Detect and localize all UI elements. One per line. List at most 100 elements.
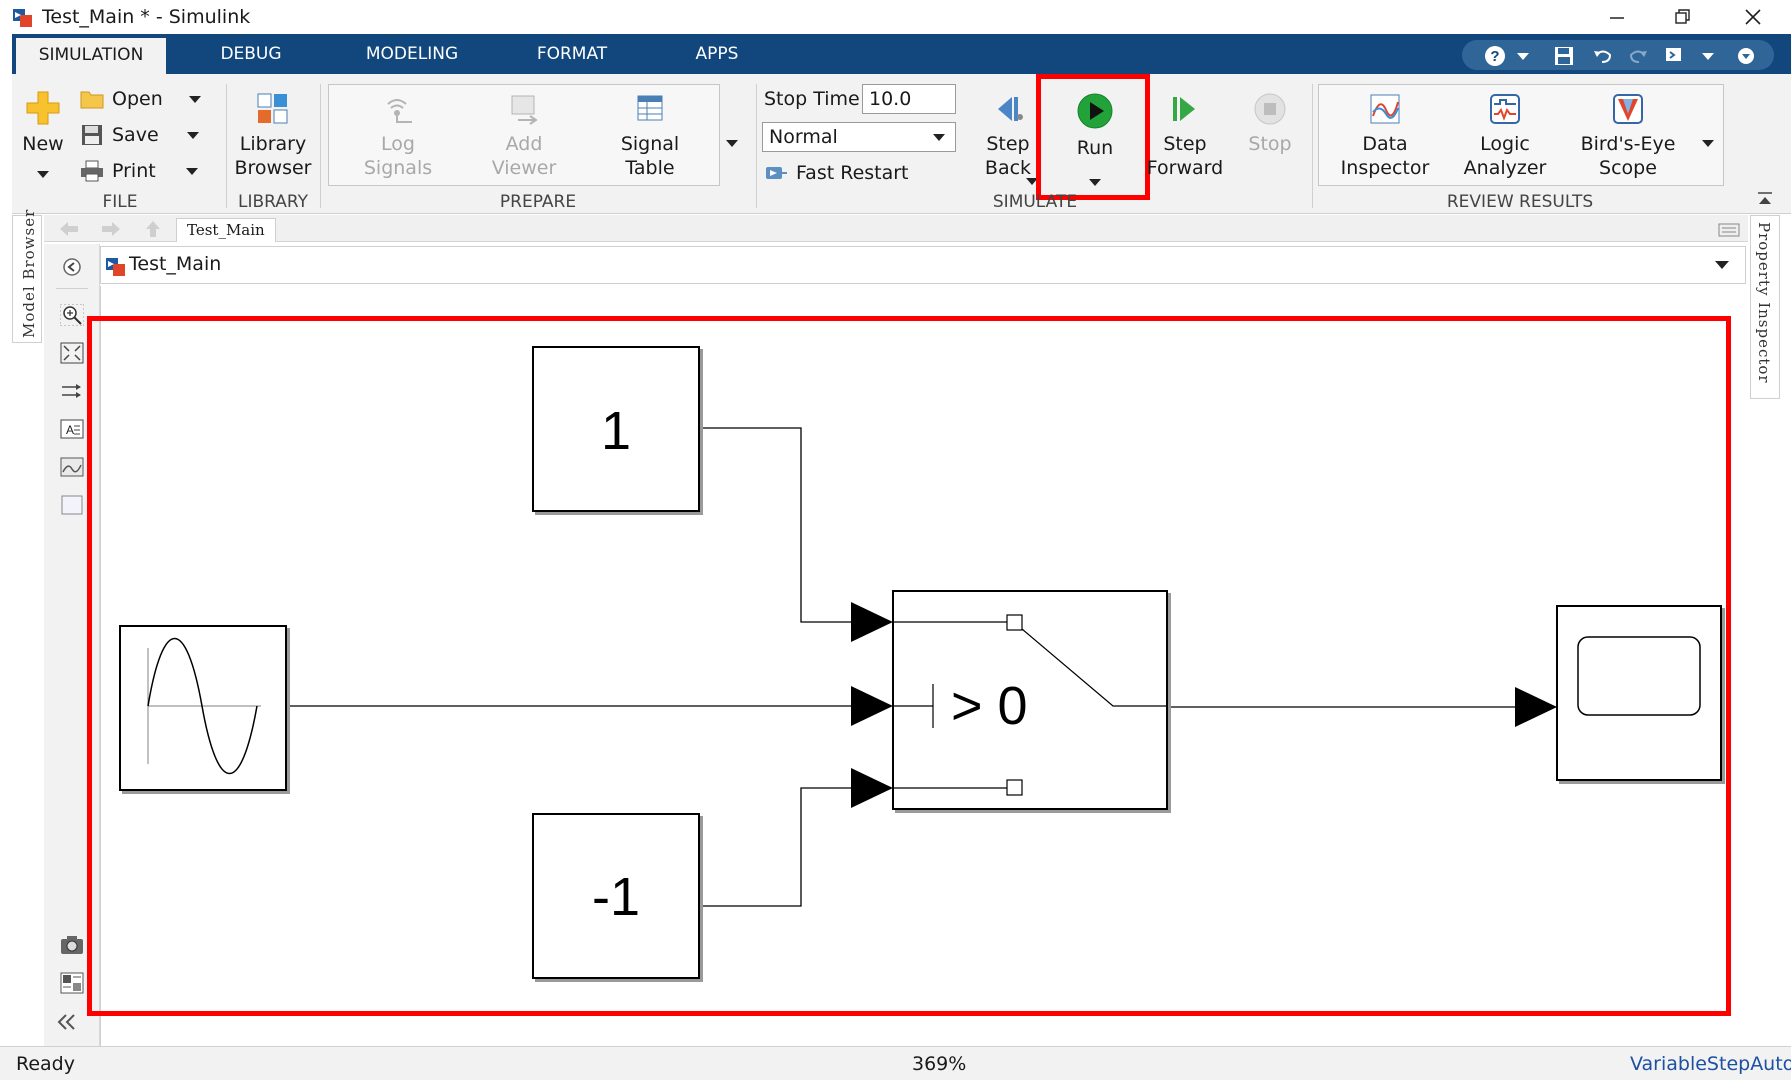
tab-modeling[interactable]: MODELING <box>342 34 482 74</box>
new-button[interactable]: New <box>18 90 68 184</box>
status-text: Ready <box>16 1053 75 1075</box>
window-title: Test_Main * - Simulink <box>42 6 251 28</box>
stop-time-label: Stop Time <box>764 88 860 110</box>
svg-text:?: ? <box>1490 48 1499 65</box>
model-canvas[interactable]: 1 -1 > 0 <box>87 286 1746 1046</box>
zoom-level: 369% <box>912 1053 967 1075</box>
collapse-ribbon-icon[interactable] <box>1734 44 1758 68</box>
new-label: New <box>22 133 64 155</box>
camera-icon[interactable] <box>60 934 84 956</box>
shortcut-icon[interactable] <box>1663 44 1687 68</box>
address-dropdown-icon[interactable] <box>1715 261 1729 269</box>
simulation-mode-dropdown-icon <box>933 134 945 141</box>
stop-button[interactable]: Stop <box>1238 92 1302 156</box>
birds-eye-scope-label-1: Bird's-Eye <box>1580 133 1676 155</box>
title-bar: Test_Main * - Simulink <box>0 0 1791 34</box>
disk-icon <box>82 125 102 145</box>
new-plus-icon <box>26 91 60 125</box>
minimize-icon[interactable] <box>1590 2 1644 32</box>
stop-label: Stop <box>1248 133 1292 155</box>
annotation-icon[interactable]: A <box>60 418 84 440</box>
birds-eye-scope-icon <box>1613 94 1643 124</box>
area-icon[interactable] <box>60 494 84 516</box>
hide-show-explorer-icon[interactable] <box>60 256 84 278</box>
step-forward-label-2: Forward <box>1146 157 1224 179</box>
back-arrow-icon[interactable] <box>58 220 80 242</box>
data-inspector-button[interactable]: Data Inspector <box>1330 92 1440 180</box>
review-results-group-label: REVIEW RESULTS <box>1446 192 1594 212</box>
zoom-icon[interactable] <box>59 303 85 327</box>
collapse-toolstrip-icon[interactable] <box>1756 190 1774 212</box>
signal-table-label-1: Signal <box>620 133 680 155</box>
image-icon[interactable] <box>60 456 84 478</box>
stop-icon <box>1254 93 1286 125</box>
open-button[interactable]: Open <box>80 88 201 110</box>
file-group-label: FILE <box>102 192 138 212</box>
explorer-bar <box>44 215 1748 242</box>
help-icon[interactable]: ? <box>1483 44 1507 68</box>
group-separator <box>226 84 227 208</box>
log-signals-label-1: Log <box>381 133 415 155</box>
breadcrumb-tab[interactable]: Test_Main <box>176 218 276 242</box>
help-dropdown-icon[interactable] <box>1511 44 1535 68</box>
model-data-icon[interactable] <box>60 972 84 994</box>
logic-analyzer-label-1: Logic <box>1480 133 1530 155</box>
redo-icon[interactable] <box>1626 44 1650 68</box>
property-inspector-panel[interactable]: Property Inspector <box>1750 215 1780 399</box>
solver-link[interactable]: VariableStepAuto <box>1630 1053 1791 1075</box>
tab-debug[interactable]: DEBUG <box>196 34 306 74</box>
svg-text:A: A <box>66 423 74 437</box>
log-signals-icon <box>387 99 412 123</box>
open-label: Open <box>112 88 163 110</box>
signal-table-button[interactable]: Signal Table <box>600 92 700 180</box>
save-button[interactable]: Save <box>80 124 199 146</box>
step-forward-button[interactable]: Step Forward <box>1140 92 1230 180</box>
print-button[interactable]: Print <box>80 160 198 182</box>
save-icon[interactable] <box>1552 44 1576 68</box>
library-browser-button[interactable]: Library Browser <box>234 92 312 180</box>
run-highlight-box <box>1036 74 1150 200</box>
logic-analyzer-label-2: Analyzer <box>1463 157 1547 179</box>
save-dropdown-icon[interactable] <box>186 131 199 139</box>
collapse-palette-icon[interactable] <box>54 1012 78 1038</box>
birds-eye-scope-button[interactable]: Bird's-Eye Scope <box>1566 92 1690 180</box>
property-inspector-label: Property Inspector <box>1755 222 1773 384</box>
model-icon <box>106 258 125 276</box>
signal-table-label-2: Table <box>625 157 675 179</box>
shortcut-dropdown-icon[interactable] <box>1696 44 1720 68</box>
new-dropdown-icon[interactable] <box>37 171 49 178</box>
fit-to-view-icon[interactable] <box>60 342 84 364</box>
restore-icon[interactable] <box>1656 2 1710 32</box>
simulation-mode-value: Normal <box>769 126 838 148</box>
data-inspector-label-2: Inspector <box>1340 157 1430 179</box>
fast-restart-button[interactable]: Fast Restart <box>764 162 909 184</box>
fast-restart-icon <box>766 167 787 179</box>
step-forward-label-1: Step <box>1163 133 1207 155</box>
log-signals-button[interactable]: Log Signals <box>350 92 446 180</box>
prepare-gallery-expand-icon[interactable] <box>726 132 738 151</box>
simulate-group-label: SIMULATE <box>992 192 1078 212</box>
add-viewer-icon <box>511 95 538 125</box>
open-dropdown-icon[interactable] <box>188 95 201 103</box>
review-gallery-expand-icon[interactable] <box>1702 132 1714 151</box>
up-arrow-icon[interactable] <box>144 219 162 243</box>
tab-simulation[interactable]: SIMULATION <box>16 38 166 74</box>
model-address-bar[interactable]: Test_Main <box>100 246 1746 284</box>
diagram-highlight-box <box>87 316 1731 1016</box>
stop-time-field[interactable]: 10.0 <box>862 84 956 114</box>
model-browser-panel[interactable]: Model Browser <box>12 209 42 343</box>
tab-format[interactable]: FORMAT <box>512 34 632 74</box>
add-viewer-button[interactable]: Add Viewer <box>474 92 574 180</box>
group-separator <box>320 84 321 208</box>
print-dropdown-icon[interactable] <box>185 167 198 175</box>
birds-eye-scope-label-2: Scope <box>1599 157 1657 179</box>
simulation-mode-select[interactable]: Normal <box>762 122 956 152</box>
logic-analyzer-button[interactable]: Logic Analyzer <box>1450 92 1560 180</box>
tab-apps[interactable]: APPS <box>672 34 762 74</box>
group-separator <box>756 84 757 208</box>
signal-arrow-icon[interactable] <box>60 380 84 402</box>
close-icon[interactable] <box>1726 2 1780 32</box>
undo-icon[interactable] <box>1591 44 1615 68</box>
keyboard-icon[interactable] <box>1718 222 1740 241</box>
forward-arrow-icon[interactable] <box>100 220 122 242</box>
